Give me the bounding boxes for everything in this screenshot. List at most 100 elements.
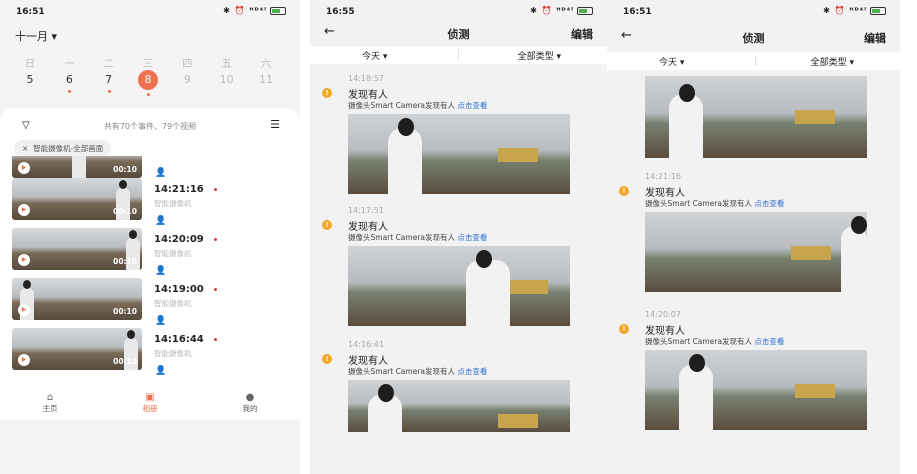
view-link[interactable]: 点击查看 <box>754 337 784 346</box>
month-selector[interactable]: 十一月 ▾ <box>15 28 57 44</box>
event-time: 14:16:44 <box>154 334 204 345</box>
event-dot <box>107 90 111 93</box>
page-title: 侦测 <box>742 32 765 45</box>
video-thumbnail[interactable]: ▶ 00:10 <box>12 156 142 178</box>
person-figure <box>466 250 510 326</box>
alert-icon: ! <box>322 354 332 364</box>
unread-dot <box>214 338 217 341</box>
person-icon: 👤 <box>155 266 167 276</box>
list-item[interactable]: ▶ 00:10 👤 <box>12 156 292 178</box>
detection-screen-2: 16:51 ✱ ⏰ ᴴᴰ⁴ˡ ← 侦测 编辑 今天 ▾ 全部类型 ▾ 14:21… <box>607 0 900 474</box>
status-icons: ✱ ⏰ ᴴᴰ⁴ˡ <box>223 6 286 15</box>
person-icon: 👤 <box>155 216 167 226</box>
snapshot-image[interactable] <box>348 380 570 432</box>
entry-title: 发现有人 <box>645 188 685 199</box>
list-item[interactable]: ▶ 00:10 14:16:44 智能摄像机 👤 <box>12 328 292 378</box>
alert-icon: ! <box>619 324 629 334</box>
event-time: 14:19:00 <box>154 284 204 295</box>
building <box>791 246 831 260</box>
weekday-label: 一 <box>64 59 75 70</box>
person-figure <box>669 84 703 158</box>
status-bar: 16:51 ✱ ⏰ ᴴᴰ⁴ˡ <box>0 0 300 22</box>
video-thumbnail[interactable]: ▶ 00:10 <box>12 228 142 270</box>
status-time: 16:51 <box>623 7 652 17</box>
day-11[interactable]: 11 <box>254 73 278 90</box>
alert-icon: ! <box>322 220 332 230</box>
tab-profile[interactable]: ● 我的 <box>220 392 280 420</box>
person-icon: 👤 <box>155 316 167 326</box>
event-source: 智能摄像机 <box>154 349 192 358</box>
profile-icon: ● <box>245 392 255 403</box>
list-item[interactable]: ▶ 00:10 14:19:00 智能摄像机 👤 <box>12 278 292 328</box>
snapshot-image[interactable] <box>348 246 570 326</box>
snapshot-image[interactable] <box>645 350 867 430</box>
page-title: 侦测 <box>447 28 470 41</box>
album-screen: 16:51 ✱ ⏰ ᴴᴰ⁴ˡ 十一月 ▾ 日 一 二 三 四 五 六 5 6 7… <box>0 0 300 474</box>
entry-desc: 摄像头Smart Camera发现有人 点击查看 <box>645 199 785 208</box>
list-item[interactable]: ▶ 00:10 14:21:16 智能摄像机 👤 <box>12 178 292 228</box>
day-9[interactable]: 9 <box>175 73 199 90</box>
status-time: 16:51 <box>16 7 45 17</box>
view-link[interactable]: 点击查看 <box>457 101 487 110</box>
snapshot-image[interactable] <box>348 114 570 194</box>
event-time: 14:20:09 <box>154 234 204 245</box>
caret-down-icon: ▾ <box>51 30 58 43</box>
snapshot-image[interactable] <box>645 76 867 158</box>
entry-title: 发现有人 <box>348 90 388 101</box>
day-8-selected[interactable]: 8 <box>136 70 160 96</box>
video-thumbnail[interactable]: ▶ 00:10 <box>12 278 142 320</box>
entry-time: 14:18:57 <box>348 74 384 83</box>
building <box>795 110 835 124</box>
status-time: 16:55 <box>326 7 355 17</box>
header: ← 侦测 编辑 <box>607 28 900 46</box>
duration-label: 00:10 <box>113 165 137 174</box>
status-bar: 16:55 ✱ ⏰ ᴴᴰ⁴ˡ <box>310 0 607 22</box>
edit-button[interactable]: 编辑 <box>571 26 593 42</box>
status-bar: 16:51 ✱ ⏰ ᴴᴰ⁴ˡ <box>607 0 900 22</box>
entry-desc: 摄像头Smart Camera发现有人 点击查看 <box>645 337 785 346</box>
tab-home[interactable]: ⌂ 主页 <box>20 392 80 420</box>
unread-dot <box>214 288 217 291</box>
list-item[interactable]: ▶ 00:10 14:20:09 智能摄像机 👤 <box>12 228 292 278</box>
play-icon[interactable]: ▶ <box>18 162 30 174</box>
event-panel: ▽ 共有70个事件、79个视频 ☰ × 智能摄像机-全部画面 ▶ 00:10 👤… <box>0 108 300 392</box>
status-icons: ✱ ⏰ ᴴᴰ⁴ˡ <box>823 6 886 15</box>
snapshot-image[interactable] <box>645 212 867 292</box>
view-link[interactable]: 点击查看 <box>457 367 487 376</box>
person-icon: 👤 <box>155 168 167 178</box>
battery-icon <box>270 6 286 15</box>
building <box>498 148 538 162</box>
day-6[interactable]: 6 <box>57 73 81 93</box>
type-filter[interactable]: 全部类型 ▾ <box>518 49 561 62</box>
entry-desc: 摄像头Smart Camera发现有人 点击查看 <box>348 233 488 242</box>
tab-album[interactable]: ▣ 相册 <box>120 392 180 420</box>
divider <box>755 55 756 66</box>
entry-desc: 摄像头Smart Camera发现有人 点击查看 <box>348 367 488 376</box>
caret-down-icon: ▾ <box>849 58 854 68</box>
unread-dot <box>214 188 217 191</box>
play-icon[interactable]: ▶ <box>18 354 30 366</box>
day-5[interactable]: 5 <box>18 73 42 90</box>
date-filter[interactable]: 今天 ▾ <box>362 49 387 62</box>
date-filter[interactable]: 今天 ▾ <box>659 55 684 68</box>
view-link[interactable]: 点击查看 <box>457 233 487 242</box>
play-icon[interactable]: ▶ <box>18 254 30 266</box>
list-view-icon[interactable]: ☰ <box>270 118 280 131</box>
battery-icon <box>870 6 886 15</box>
view-link[interactable]: 点击查看 <box>754 199 784 208</box>
play-icon[interactable]: ▶ <box>18 304 30 316</box>
entry-time: 14:17:51 <box>348 206 384 215</box>
weekday-label: 六 <box>260 59 271 70</box>
album-icon: ▣ <box>145 392 155 403</box>
day-10[interactable]: 10 <box>215 73 239 90</box>
type-filter[interactable]: 全部类型 ▾ <box>811 55 854 68</box>
person-icon: 👤 <box>155 366 167 376</box>
video-thumbnail[interactable]: ▶ 00:10 <box>12 178 142 220</box>
person-figure <box>679 354 713 430</box>
day-7[interactable]: 7 <box>97 73 121 93</box>
bottom-tab-bar: ⌂ 主页 ▣ 相册 ● 我的 <box>0 388 300 420</box>
video-thumbnail[interactable]: ▶ 00:10 <box>12 328 142 370</box>
edit-button[interactable]: 编辑 <box>864 30 886 46</box>
play-icon[interactable]: ▶ <box>18 204 30 216</box>
alert-icon: ! <box>322 88 332 98</box>
